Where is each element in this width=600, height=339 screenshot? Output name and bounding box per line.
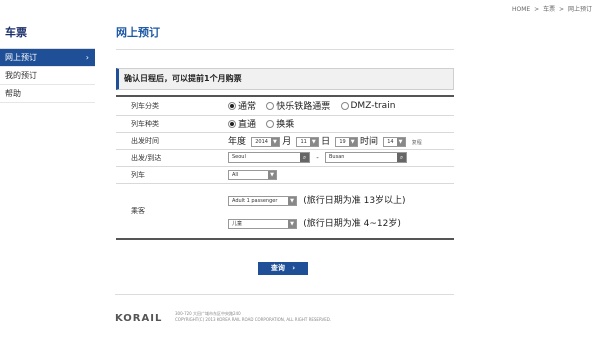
breadcrumb-separator: > — [534, 6, 540, 13]
page-title: 网上预订 — [116, 18, 454, 50]
breadcrumb: HOME > 车票 > 网上预订 — [512, 4, 592, 13]
adult-value: Adult 1 passenger — [232, 197, 278, 204]
time-value: 14 — [387, 139, 394, 145]
child-value: 儿童 — [232, 220, 243, 227]
radio-icon — [340, 101, 349, 110]
day-label: 日 — [321, 137, 331, 147]
sidebar-title: 车票 — [0, 18, 95, 49]
train-value: All — [232, 171, 239, 178]
radio-dmz-train[interactable]: DMZ-train — [340, 100, 396, 111]
year-value: 2014 — [255, 139, 268, 145]
footer-copyright: COPYRIGHT(C) 2013 KOREA RAIL ROAD CORPOR… — [175, 317, 332, 322]
radio-icon — [266, 101, 275, 110]
radio-regular[interactable]: 通常 — [228, 99, 256, 112]
dropdown-arrow-icon: ▼ — [309, 138, 318, 146]
passengers-label: 乘客 — [116, 183, 212, 240]
search-icon[interactable]: ⌕ — [397, 153, 406, 162]
arrival-station-input[interactable]: Busan ⌕ — [325, 152, 407, 163]
sidebar-item-label: 网上预订 — [5, 53, 37, 62]
adult-age-hint: (旅行日期为准 13岁以上) — [303, 195, 406, 206]
breadcrumb-separator: > — [559, 6, 565, 13]
main-content: 网上预订 确认日程后，可以提前1个月购票 — [116, 18, 454, 90]
radio-label: 直通 — [238, 120, 257, 130]
notice-box: 确认日程后，可以提前1个月购票 — [116, 68, 454, 90]
radio-label: DMZ-train — [350, 100, 396, 111]
chevron-right-icon: › — [85, 53, 89, 62]
sidebar-item-help[interactable]: 帮助 — [0, 85, 95, 103]
radio-icon — [228, 119, 236, 128]
footer-info: 300-720 大田广域市东区中央路240 COPYRIGHT(C) 2013 … — [175, 311, 331, 323]
date-label: 出发时间 — [116, 132, 212, 150]
journey-type-label: 列车种类 — [116, 115, 212, 133]
chevron-right-icon: › — [292, 264, 296, 272]
child-age-hint: (旅行日期为准 4~12岁) — [303, 218, 401, 229]
train-class-options: 通常 快乐铁路通票 DMZ-train — [212, 96, 454, 116]
sidebar: 车票 网上预订 › 我的预订 帮助 — [0, 18, 95, 103]
dropdown-arrow-icon: ▼ — [268, 170, 276, 179]
journey-type-options: 直通 换乘 — [212, 115, 454, 133]
day-value: 19 — [339, 139, 346, 145]
sidebar-item-my-booking[interactable]: 我的预订 — [0, 67, 95, 85]
radio-label: 换乘 — [276, 120, 295, 130]
time-select[interactable]: 14 ▼ — [383, 137, 406, 147]
route-fields: Seoul ⌕ - Busan ⌕ — [212, 149, 454, 167]
radio-transfer[interactable]: 换乘 — [266, 117, 294, 130]
sidebar-item-online-booking[interactable]: 网上预订 › — [0, 49, 95, 67]
date-selectors: 年度 2014 ▼ 月 11 ▼ 日 19 ▼ 时间 14 ▼ 复程 — [212, 132, 454, 150]
korail-logo: KORAIL — [115, 313, 163, 324]
sidebar-item-label: 帮助 — [5, 89, 21, 98]
dropdown-arrow-icon: ▼ — [288, 196, 296, 205]
train-select-cell: All ▼ — [212, 166, 454, 184]
day-select[interactable]: 19 ▼ — [335, 137, 358, 147]
search-icon[interactable]: ⌕ — [300, 153, 309, 162]
month-value: 11 — [300, 139, 307, 145]
passenger-selectors: Adult 1 passenger ▼ (旅行日期为准 13岁以上) 儿童 ▼ (旅… — [212, 183, 454, 240]
return-trip-link[interactable]: 复程 — [412, 140, 422, 146]
booking-form: 列车分类 通常 快乐铁路通票 DMZ-train 列车种类 直通 换乘 出发时间… — [116, 95, 454, 240]
time-label: 时间 — [359, 137, 378, 147]
radio-label: 快乐铁路通票 — [276, 102, 331, 113]
dropdown-arrow-icon: ▼ — [270, 138, 279, 146]
route-label: 出发/到达 — [116, 149, 212, 167]
radio-icon — [266, 119, 275, 128]
train-label: 列车 — [116, 166, 212, 184]
dropdown-arrow-icon: ▼ — [348, 138, 357, 146]
footer: KORAIL 300-720 大田广域市东区中央路240 COPYRIGHT(C… — [115, 294, 454, 324]
radio-label: 通常 — [238, 102, 257, 113]
radio-pass[interactable]: 快乐铁路通票 — [266, 99, 330, 112]
breadcrumb-tickets[interactable]: 车票 — [543, 6, 555, 13]
month-select[interactable]: 11 ▼ — [296, 137, 319, 147]
adult-passenger-select[interactable]: Adult 1 passenger ▼ — [228, 195, 297, 206]
route-dash: - — [316, 153, 319, 162]
year-select[interactable]: 2014 ▼ — [251, 137, 280, 147]
breadcrumb-current: 网上预订 — [567, 6, 592, 13]
breadcrumb-home[interactable]: HOME — [512, 6, 530, 13]
arrival-value: Busan — [329, 154, 345, 160]
train-select[interactable]: All ▼ — [228, 169, 277, 180]
departure-station-input[interactable]: Seoul ⌕ — [228, 152, 310, 163]
dropdown-arrow-icon: ▼ — [288, 219, 296, 228]
departure-value: Seoul — [232, 154, 246, 160]
search-button-label: 查询 — [270, 264, 285, 272]
radio-icon — [228, 101, 236, 110]
radio-direct[interactable]: 直通 — [228, 117, 256, 130]
month-label: 月 — [282, 137, 292, 147]
train-class-label: 列车分类 — [116, 96, 212, 116]
sidebar-item-label: 我的预订 — [5, 71, 37, 80]
search-button[interactable]: 查询 › — [258, 262, 308, 275]
year-label: 年度 — [228, 137, 247, 147]
child-passenger-select[interactable]: 儿童 ▼ — [228, 218, 297, 229]
dropdown-arrow-icon: ▼ — [396, 138, 405, 146]
